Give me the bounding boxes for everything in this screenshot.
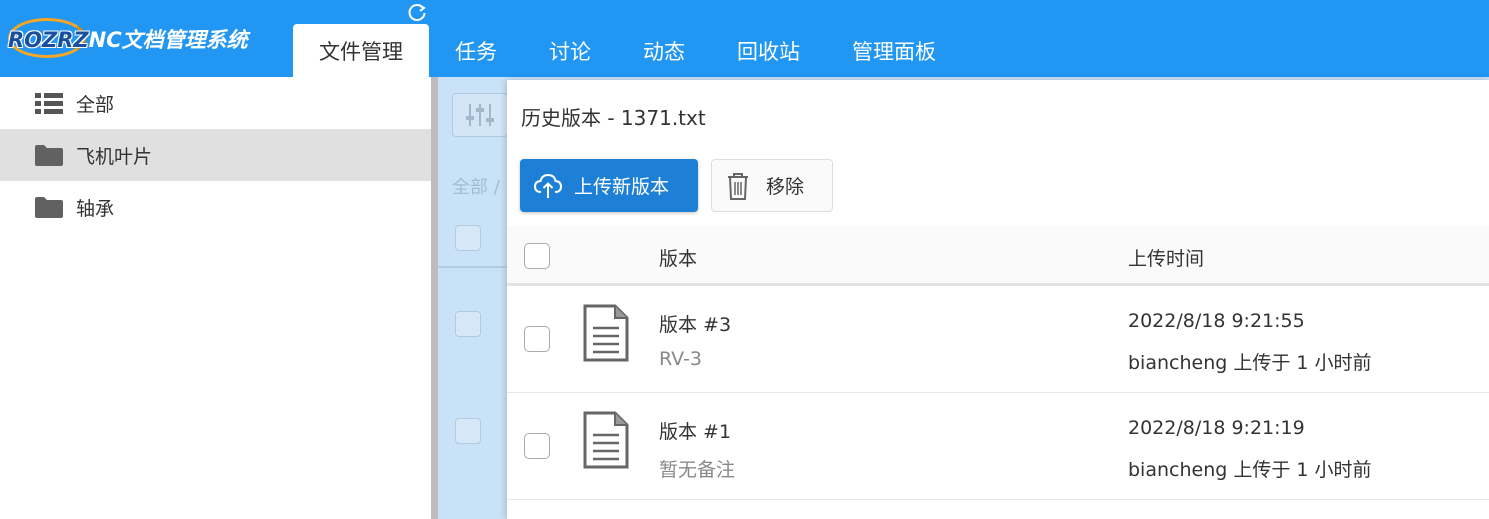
sidebar-resize-handle[interactable] xyxy=(431,77,438,519)
folder-icon xyxy=(34,144,64,166)
folder-icon xyxy=(34,196,64,218)
checkbox xyxy=(455,418,481,444)
remove-button[interactable]: 移除 xyxy=(711,159,833,212)
app-logo[interactable]: ROZRZNC文档管理系统 xyxy=(6,14,276,62)
uploaded-by: biancheng 上传于 1 小时前 xyxy=(1128,352,1372,374)
sidebar: 全部 飞机叶片 轴承 xyxy=(0,77,431,519)
background-content: 全部 / xyxy=(438,77,508,519)
table-header: 版本 上传时间 xyxy=(507,226,1489,286)
version-name: 版本 #1 xyxy=(659,421,732,443)
tab-recycle-bin[interactable]: 回收站 xyxy=(711,24,826,77)
table-row[interactable]: 版本 #1 暂无备注 2022/8/18 9:21:19 biancheng 上… xyxy=(507,393,1489,500)
upload-time: 2022/8/18 9:21:19 xyxy=(1128,417,1305,439)
logo-text: ROZRZNC文档管理系统 xyxy=(8,24,248,54)
sidebar-item-bearings[interactable]: 轴承 xyxy=(0,181,431,233)
remove-button-label: 移除 xyxy=(766,176,805,198)
upload-time: 2022/8/18 9:21:55 xyxy=(1128,310,1305,332)
table-row[interactable]: 版本 #3 RV-3 2022/8/18 9:21:55 biancheng 上… xyxy=(507,286,1489,393)
sidebar-item-label: 飞机叶片 xyxy=(76,145,153,168)
upload-new-version-button[interactable]: 上传新版本 xyxy=(520,159,698,212)
divider xyxy=(438,266,508,268)
list-icon xyxy=(34,92,64,114)
row-checkbox[interactable] xyxy=(524,326,550,352)
tab-tasks[interactable]: 任务 xyxy=(429,24,523,77)
trash-icon xyxy=(728,172,748,200)
sidebar-item-label: 轴承 xyxy=(76,197,115,220)
uploaded-by: biancheng 上传于 1 小时前 xyxy=(1128,459,1372,481)
text-file-icon xyxy=(583,411,629,469)
main-nav: 文件管理 任务 讨论 动态 回收站 管理面板 xyxy=(293,24,962,77)
breadcrumb: 全部 / xyxy=(452,177,500,198)
column-version: 版本 xyxy=(659,248,698,270)
checkbox xyxy=(455,311,481,337)
column-upload-time: 上传时间 xyxy=(1128,248,1205,270)
tab-admin-panel[interactable]: 管理面板 xyxy=(826,24,962,77)
logo-brand: ROZRZ xyxy=(8,28,89,52)
refresh-icon[interactable] xyxy=(406,2,428,24)
version-history-dialog: 历史版本 - 1371.txt 上传新版本 移除 版本 上传时间 版本 #3 R… xyxy=(507,80,1489,519)
row-checkbox[interactable] xyxy=(524,433,550,459)
version-note: RV-3 xyxy=(659,348,702,370)
top-bar: ROZRZNC文档管理系统 文件管理 任务 讨论 动态 回收站 管理面板 xyxy=(0,0,1489,77)
filter-button xyxy=(452,93,508,137)
upload-button-label: 上传新版本 xyxy=(574,176,670,198)
select-all-checkbox[interactable] xyxy=(524,243,550,269)
cloud-upload-icon xyxy=(534,173,562,198)
version-note: 暂无备注 xyxy=(659,459,736,481)
checkbox xyxy=(455,225,481,251)
sidebar-item-aircraft-blades[interactable]: 飞机叶片 xyxy=(0,129,431,181)
sidebar-item-label: 全部 xyxy=(76,93,115,116)
version-name: 版本 #3 xyxy=(659,314,732,336)
tab-activity[interactable]: 动态 xyxy=(617,24,711,77)
logo-title: NC文档管理系统 xyxy=(88,28,248,52)
sidebar-item-all[interactable]: 全部 xyxy=(0,77,431,129)
text-file-icon xyxy=(583,304,629,362)
dialog-title: 历史版本 - 1371.txt xyxy=(521,106,706,130)
tab-discussion[interactable]: 讨论 xyxy=(523,24,617,77)
tab-file-management[interactable]: 文件管理 xyxy=(293,24,429,77)
